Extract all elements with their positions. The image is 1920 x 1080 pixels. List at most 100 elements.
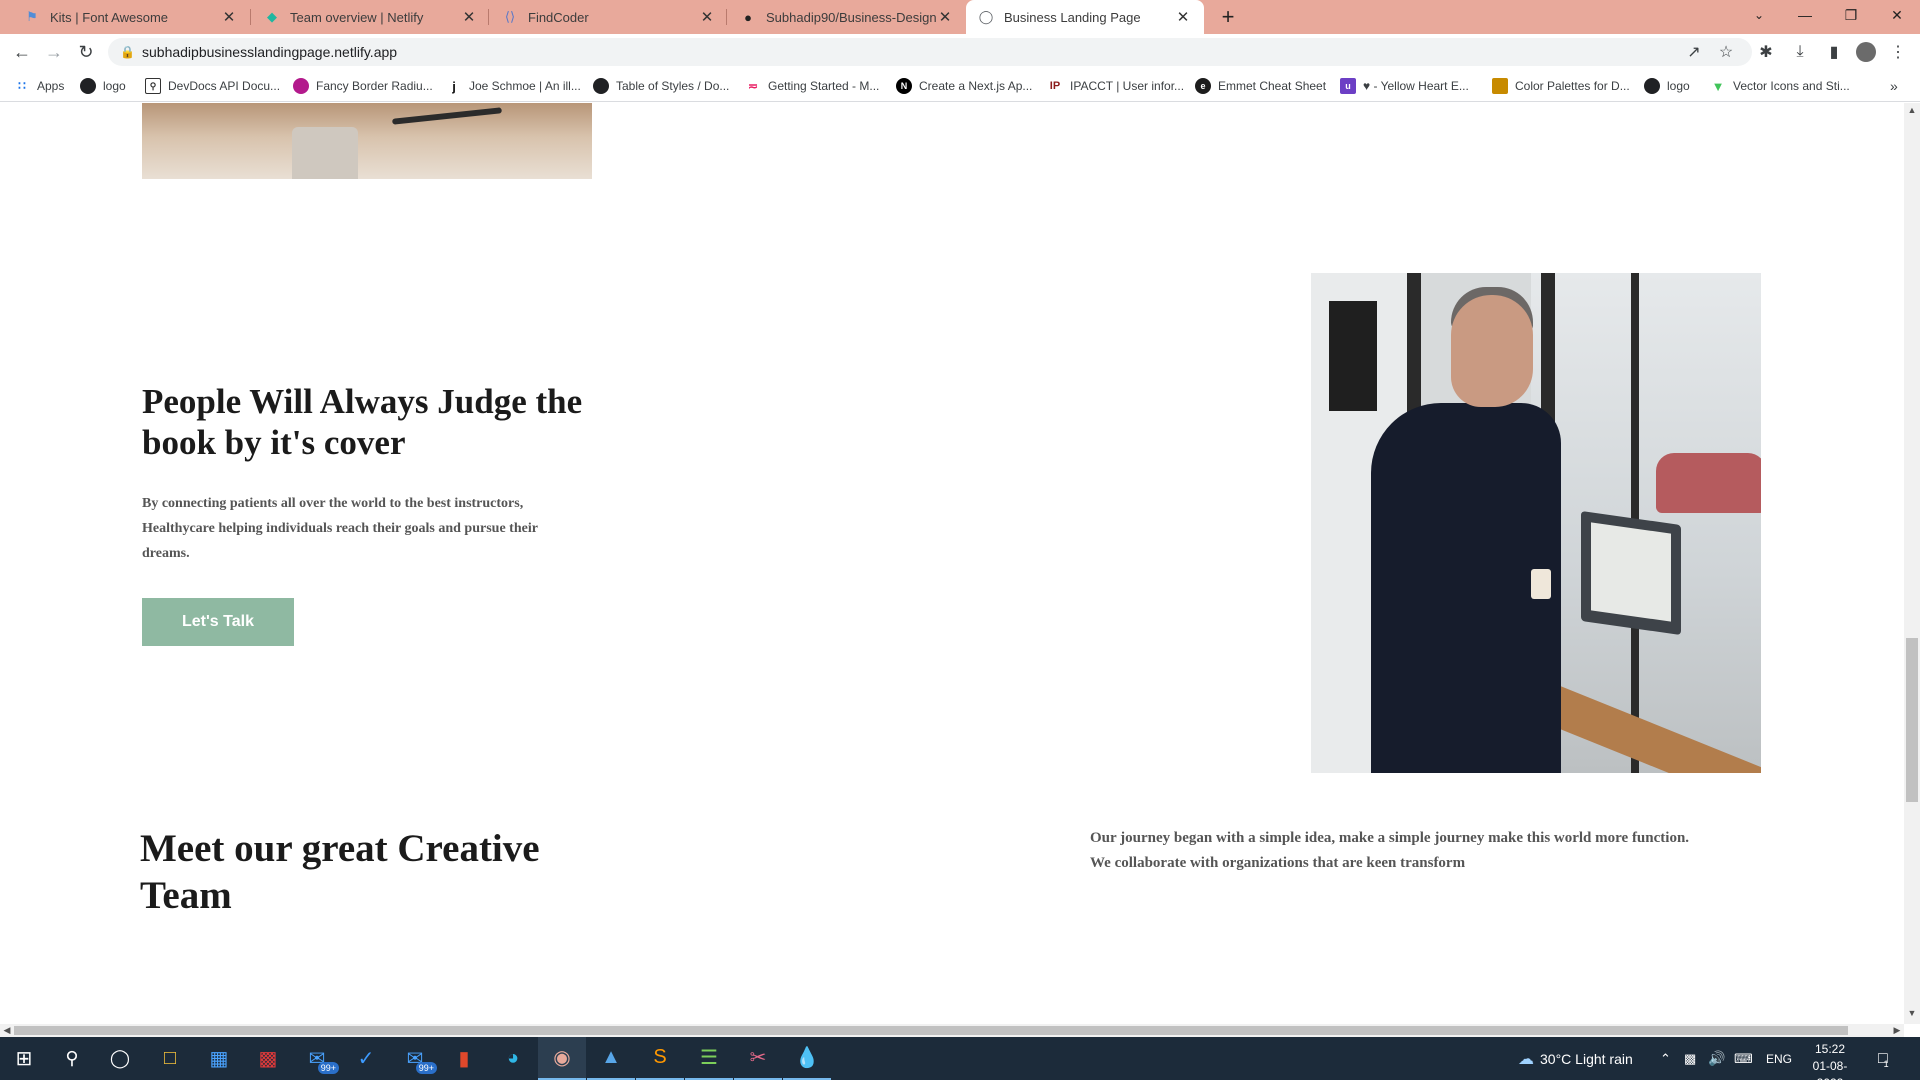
minimize-icon[interactable]: — xyxy=(1782,0,1828,30)
close-icon[interactable]: ✕ xyxy=(220,8,238,26)
restore-icon[interactable]: ❐ xyxy=(1828,0,1874,30)
bookmark-label: Getting Started - M... xyxy=(768,79,880,93)
bookmark-label: logo xyxy=(1667,79,1690,93)
menu-icon[interactable]: ⋮ xyxy=(1884,38,1912,66)
clock[interactable]: 15:22 01-08-2022 xyxy=(1800,1041,1860,1080)
bookmark-label: Color Palettes for D... xyxy=(1515,79,1630,93)
battery-icon[interactable]: ▩ xyxy=(1684,1037,1696,1080)
blob-icon xyxy=(293,78,309,94)
team-heading: Meet our great Creative Team xyxy=(140,827,540,917)
weather-widget[interactable]: ☁ 30°C Light rain xyxy=(1518,1037,1633,1080)
photos-icon[interactable]: ▲ xyxy=(587,1037,635,1080)
bookmark-label: IPACCT | User infor... xyxy=(1070,79,1185,93)
scroll-left-icon[interactable]: ◀ xyxy=(0,1025,14,1036)
horizontal-scroll-thumb[interactable] xyxy=(14,1026,1848,1035)
vertical-scrollbar[interactable] xyxy=(1904,103,1920,1024)
extensions-icon[interactable]: ✱ xyxy=(1752,38,1780,66)
notification-center-icon[interactable]: □ 1 xyxy=(1878,1037,1889,1080)
mail-badge: 99+ xyxy=(415,1062,437,1074)
gift-icon[interactable]: ▩ xyxy=(244,1037,292,1080)
side-panel-icon[interactable]: ▮ xyxy=(1820,38,1848,66)
scroll-right-icon[interactable]: ▶ xyxy=(1890,1025,1904,1036)
office-icon[interactable]: ▮ xyxy=(440,1037,488,1080)
forward-icon[interactable]: → xyxy=(40,38,68,66)
bookmark-vector-icons[interactable]: ▼ Vector Icons and Sti... xyxy=(1710,74,1850,98)
netlify-icon: ◆ xyxy=(267,9,277,24)
tab-separator xyxy=(250,9,251,25)
bookmark-emmet[interactable]: e Emmet Cheat Sheet xyxy=(1195,74,1326,98)
cortana-icon[interactable]: ◯ xyxy=(96,1037,144,1080)
snip-icon[interactable]: ✂ xyxy=(734,1037,782,1080)
language-indicator[interactable]: ENG xyxy=(1766,1037,1792,1080)
scroll-down-icon[interactable]: ▼ xyxy=(1905,1008,1919,1018)
tab-search-icon[interactable]: ⌄ xyxy=(1736,0,1782,30)
bookmark-color-palettes[interactable]: Color Palettes for D... xyxy=(1492,74,1630,98)
vertical-scroll-thumb[interactable] xyxy=(1906,638,1918,802)
more-bookmarks-icon[interactable]: » xyxy=(1890,74,1898,98)
desk-photo xyxy=(142,103,592,179)
paint-drop-icon[interactable]: 💧 xyxy=(783,1037,831,1080)
show-hidden-icons[interactable]: ⌃ xyxy=(1660,1037,1671,1080)
bookmark-joe-schmoe[interactable]: j Joe Schmoe | An ill... xyxy=(446,74,581,98)
bookmark-logo-2[interactable]: logo xyxy=(1644,74,1690,98)
ip-icon: IP xyxy=(1049,80,1061,92)
edge-icon[interactable]: ◕ xyxy=(489,1037,537,1080)
nextjs-icon: N xyxy=(896,78,912,94)
bookmark-logo[interactable]: logo xyxy=(80,74,126,98)
tab-business-landing-page[interactable]: ◯ Business Landing Page ✕ xyxy=(966,0,1204,34)
tab-font-awesome[interactable]: ⚑ Kits | Font Awesome ✕ xyxy=(12,0,250,34)
windows-start-icon[interactable]: ⊞ xyxy=(0,1037,48,1080)
tab-netlify[interactable]: ◆ Team overview | Netlify ✕ xyxy=(252,0,490,34)
file-explorer-icon[interactable]: □ xyxy=(146,1037,194,1080)
team-paragraph: Our journey began with a simple idea, ma… xyxy=(1090,830,1690,871)
bookmark-getting-started[interactable]: ≂ Getting Started - M... xyxy=(745,74,879,98)
back-icon[interactable]: ← xyxy=(8,38,36,66)
weather-text: 30°C Light rain xyxy=(1540,1050,1633,1067)
mail-icon[interactable]: ✉ 99+ xyxy=(391,1037,439,1080)
bookmark-ipacct[interactable]: IP IPACCT | User infor... xyxy=(1047,74,1184,98)
bookmark-label: Apps xyxy=(37,79,65,93)
letter-j-icon: j xyxy=(452,78,456,94)
share-icon[interactable]: ↗ xyxy=(1680,38,1708,66)
globe-icon: ◯ xyxy=(978,9,994,24)
close-icon[interactable]: ✕ xyxy=(698,8,716,26)
keyboard-icon[interactable]: ⌨ xyxy=(1734,1037,1753,1080)
tab-github[interactable]: ● Subhadip90/Business-Design-La ✕ xyxy=(728,0,966,34)
bookmark-label: Joe Schmoe | An ill... xyxy=(469,79,581,93)
profile-avatar[interactable] xyxy=(1852,38,1880,66)
volume-icon[interactable]: 🔊 xyxy=(1708,1037,1725,1080)
bookmark-star-icon[interactable]: ☆ xyxy=(1712,38,1740,66)
close-window-icon[interactable]: ✕ xyxy=(1874,0,1920,30)
lets-talk-button[interactable]: Let's Talk xyxy=(142,598,294,646)
bookmark-table-of-styles[interactable]: Table of Styles / Do... xyxy=(593,74,729,98)
bookmark-nextjs[interactable]: N Create a Next.js Ap... xyxy=(896,74,1032,98)
mail-icon[interactable]: ✉ 99+ xyxy=(293,1037,341,1080)
download-icon[interactable]: ⤓ xyxy=(1786,38,1814,66)
close-icon[interactable]: ✕ xyxy=(460,8,478,26)
notepad-icon[interactable]: ☰ xyxy=(685,1037,733,1080)
bookmark-label: logo xyxy=(103,79,126,93)
chrome-icon[interactable]: ◉ xyxy=(538,1037,586,1080)
cloud-rain-icon: ☁ xyxy=(1518,1050,1534,1068)
bookmark-yellow-heart[interactable]: u ♥ - Yellow Heart E... xyxy=(1340,74,1469,98)
todo-icon[interactable]: ✓ xyxy=(342,1037,390,1080)
tab-title: Team overview | Netlify xyxy=(290,9,424,25)
lock-icon[interactable]: 🔒 xyxy=(120,45,135,59)
scroll-up-icon[interactable]: ▲ xyxy=(1905,105,1919,115)
store-icon[interactable]: ▦ xyxy=(195,1037,243,1080)
sublime-icon[interactable]: S xyxy=(636,1037,684,1080)
page-viewport: People Will Always Judge the book by it'… xyxy=(0,103,1904,1024)
tab-title: Kits | Font Awesome xyxy=(50,9,169,25)
bookmark-label: Table of Styles / Do... xyxy=(616,79,730,93)
url-text[interactable]: subhadipbusinesslandingpage.netlify.app xyxy=(142,44,397,60)
close-icon[interactable]: ✕ xyxy=(936,8,954,26)
bookmark-label: DevDocs API Docu... xyxy=(168,79,281,93)
bookmark-apps[interactable]: ∷ Apps xyxy=(14,74,64,98)
reload-icon[interactable]: ↻ xyxy=(72,38,100,66)
new-tab-button[interactable]: + xyxy=(1214,4,1242,30)
bookmark-devdocs[interactable]: ⚲ DevDocs API Docu... xyxy=(145,74,280,98)
bookmark-fancy-border[interactable]: Fancy Border Radiu... xyxy=(293,74,433,98)
close-icon[interactable]: ✕ xyxy=(1174,8,1192,26)
tab-findcoder[interactable]: ⟨⟩ FindCoder ✕ xyxy=(490,0,728,34)
search-icon[interactable]: ⚲ xyxy=(48,1037,96,1080)
